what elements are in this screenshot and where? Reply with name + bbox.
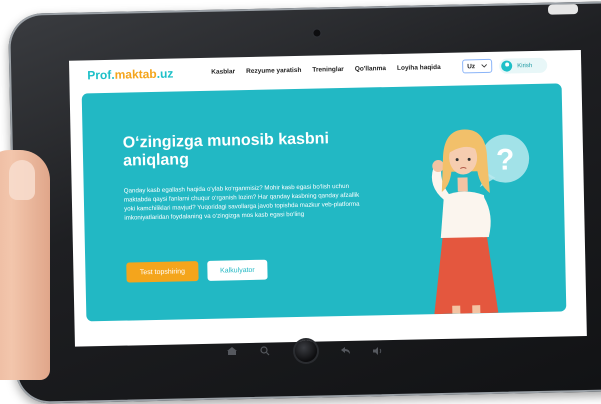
back-icon[interactable] xyxy=(340,346,351,356)
user-icon xyxy=(501,60,513,72)
main-menu: Kasblar Rezyume yaratish Treninglar Qo'l… xyxy=(211,64,441,76)
nav-item-rezyume[interactable]: Rezyume yaratish xyxy=(246,67,301,75)
language-select[interactable]: Uz xyxy=(462,58,493,74)
hero-description: Qanday kasb egallash haqida o‘ylab ko‘rg… xyxy=(123,182,360,222)
test-button[interactable]: Test topshiring xyxy=(126,261,199,283)
site-logo[interactable]: Prof.maktab.uz xyxy=(87,67,173,83)
search-icon[interactable] xyxy=(260,346,270,356)
hero-banner: O‘zingizga munosib kasbni aniqlang Qanda… xyxy=(81,83,567,322)
camera-icon xyxy=(313,29,321,37)
nav-item-qollanma[interactable]: Qo'llanma xyxy=(355,65,386,73)
nav-item-loyiha[interactable]: Loyiha haqida xyxy=(397,64,441,72)
nav-item-treninglar[interactable]: Treninglar xyxy=(312,66,344,74)
hero-title: O‘zingizga munosib kasbni aniqlang xyxy=(122,130,330,170)
browser-screen: Prof.maktab.uz Kasblar Rezyume yaratish … xyxy=(68,50,587,347)
calculator-button[interactable]: Kalkulyator xyxy=(207,259,268,281)
login-label: Kirish xyxy=(517,62,533,69)
volume-icon[interactable] xyxy=(372,346,384,356)
thinking-woman-illustration: ? xyxy=(431,129,530,315)
login-button[interactable]: Kirish xyxy=(499,57,548,74)
home-icon[interactable] xyxy=(226,346,238,356)
thumb-nail xyxy=(9,160,35,200)
bubble-question-mark: ? xyxy=(496,143,515,176)
hardware-home-button[interactable] xyxy=(295,340,317,362)
chevron-down-icon xyxy=(481,64,487,68)
top-edge-detail xyxy=(547,4,579,15)
tablet-bottom-bar xyxy=(220,340,410,364)
language-value: Uz xyxy=(467,62,476,70)
nav-item-kasblar[interactable]: Kasblar xyxy=(211,68,235,75)
